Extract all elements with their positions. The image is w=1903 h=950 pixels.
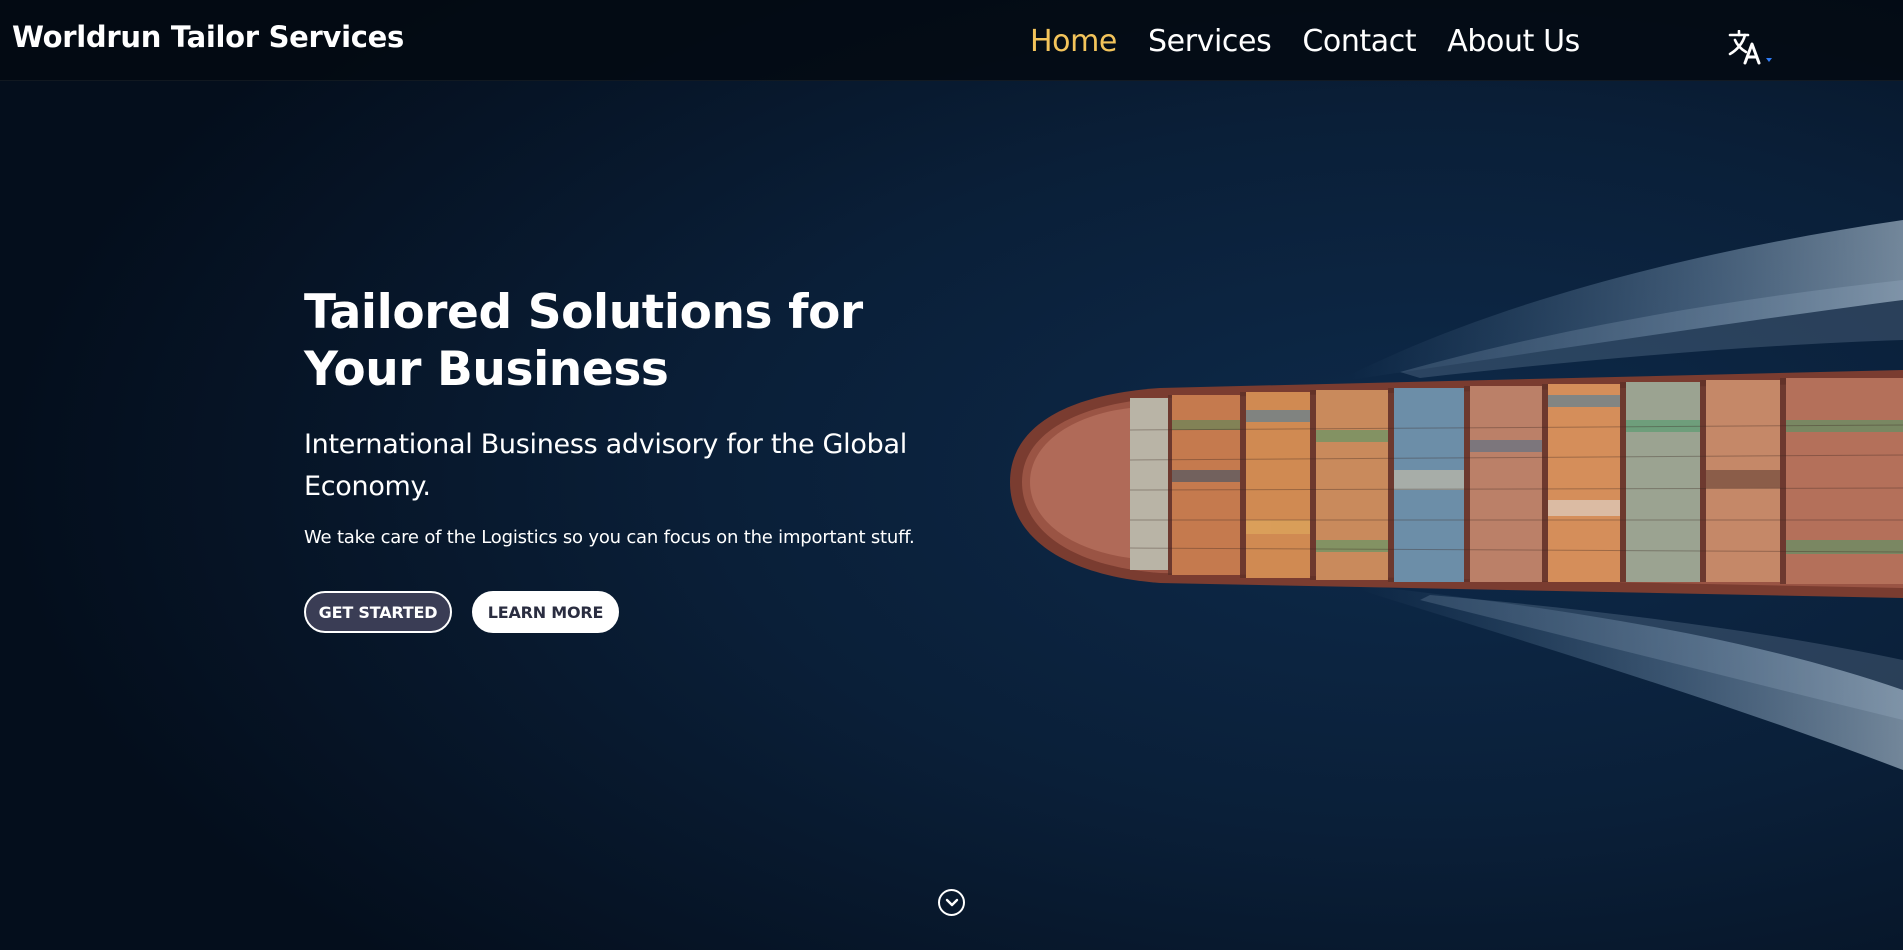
learn-more-button[interactable]: LEARN MORE (472, 591, 619, 633)
page: Worldrun Tailor Services Home Services C… (0, 0, 1903, 950)
hero-section: Tailored Solutions for Your Business Int… (304, 284, 1004, 633)
nav-contact[interactable]: Contact (1302, 24, 1416, 59)
translate-icon (1728, 29, 1772, 65)
main-nav: Home Services Contact About Us (1030, 24, 1611, 59)
nav-services[interactable]: Services (1148, 24, 1272, 59)
site-brand[interactable]: Worldrun Tailor Services (12, 20, 404, 54)
hero-buttons: GET STARTED LEARN MORE (304, 591, 1004, 633)
nav-home[interactable]: Home (1030, 24, 1117, 59)
language-selector[interactable] (1728, 29, 1778, 68)
get-started-button[interactable]: GET STARTED (304, 591, 452, 633)
scroll-down-button[interactable] (938, 889, 965, 916)
hero-title: Tailored Solutions for Your Business (304, 285, 863, 397)
site-header: Worldrun Tailor Services Home Services C… (0, 0, 1903, 81)
hero-subtitle: International Business advisory for the … (304, 429, 907, 502)
chevron-down-circle-icon (945, 898, 958, 906)
hero-description: We take care of the Logistics so you can… (304, 527, 915, 548)
nav-about-us[interactable]: About Us (1447, 24, 1580, 59)
